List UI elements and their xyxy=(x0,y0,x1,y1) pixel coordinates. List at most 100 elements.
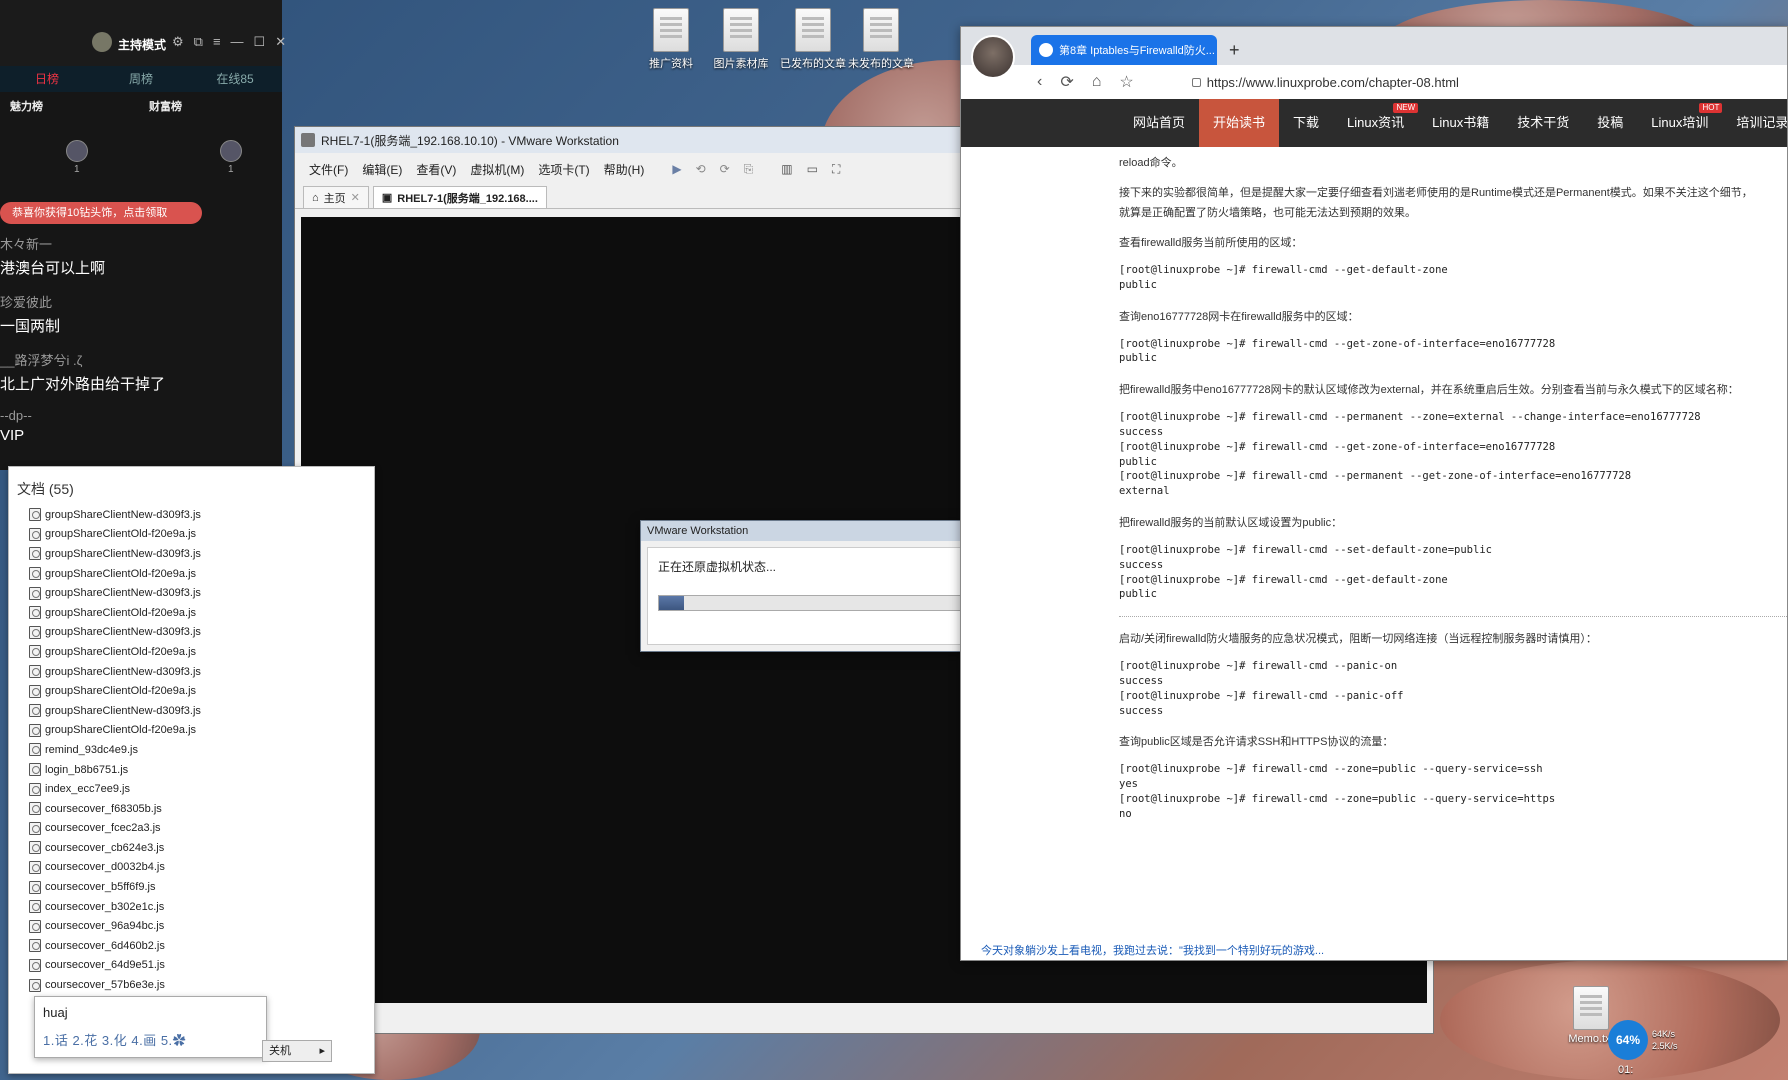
desktop-icon-label: 未发布的文章 xyxy=(848,58,914,70)
chat-user[interactable]: __路浮梦兮i .ζ xyxy=(0,350,165,369)
maximize-icon[interactable]: ☐ xyxy=(254,34,266,50)
menu-view[interactable]: 查看(V) xyxy=(416,161,456,178)
browser-tab[interactable]: 第8章 Iptables与Firewalld防火... ✕ xyxy=(1031,35,1217,65)
list-item[interactable]: groupShareClientNew-d309f3.js xyxy=(9,662,374,682)
revert-icon[interactable]: ⟳ xyxy=(720,162,730,176)
list-item[interactable]: groupShareClientOld-f20e9a.js xyxy=(9,564,374,584)
power-on-icon[interactable]: ▶ xyxy=(672,162,681,176)
list-item[interactable]: coursecover_f68305b.js xyxy=(9,799,374,819)
list-item[interactable]: groupShareClientNew-d309f3.js xyxy=(9,583,374,603)
divider xyxy=(1119,616,1787,618)
footer-link[interactable]: 今天对象躺沙发上看电视，我跑过去说："我找到一个特别好玩的游戏... xyxy=(981,942,1324,958)
list-item[interactable]: coursecover_64d9e51.js xyxy=(9,956,374,976)
fullscreen-icon[interactable]: ⛶ xyxy=(832,162,840,177)
list-item[interactable]: coursecover_6d460b2.js xyxy=(9,936,374,956)
thumbnail-icon[interactable]: ▭ xyxy=(807,162,818,176)
site-nav-item[interactable]: Linux资讯 NEW xyxy=(1333,99,1419,147)
tab-weekly[interactable]: 周榜 xyxy=(94,66,188,92)
list-item[interactable]: coursecover_d0032b4.js xyxy=(9,858,374,878)
close-icon[interactable]: ✕ xyxy=(351,191,360,204)
list-item[interactable]: coursecover_b5ff6f9.js xyxy=(9,877,374,897)
snapshot-manager-icon[interactable]: ⎘ xyxy=(744,162,754,177)
file-name: groupShareClientNew-d309f3.js xyxy=(45,508,201,521)
list-item[interactable]: index_ecc7ee9.js xyxy=(9,779,374,799)
wealth-rank-label[interactable]: 财富榜 xyxy=(149,98,182,114)
popout-icon[interactable]: ⧉ xyxy=(194,34,203,50)
profile-avatar[interactable] xyxy=(971,35,1015,79)
host-mode-title: 主持模式 xyxy=(118,38,167,52)
site-nav: 网站首页 开始读书 下载 Linux资讯 NEW Linux书籍 技术干货 投稿 Linux培训… xyxy=(961,99,1787,147)
list-item[interactable]: groupShareClientNew-d309f3.js xyxy=(9,544,374,564)
dialog-title[interactable]: VMware Workstation xyxy=(641,521,999,541)
tab-online[interactable]: 在线85 xyxy=(188,66,282,92)
list-item[interactable]: coursecover_cb624e3.js xyxy=(9,838,374,858)
menu-vm[interactable]: 虚拟机(M) xyxy=(470,161,524,178)
chat-user[interactable]: --dp-- xyxy=(0,408,32,423)
site-nav-item[interactable]: 网站首页 xyxy=(1119,99,1199,147)
clock[interactable]: 01: xyxy=(1618,1064,1633,1076)
section-text: 查看firewalld服务当前所使用的区域： xyxy=(1119,237,1303,249)
site-nav-item[interactable]: Linux书籍 xyxy=(1418,99,1503,147)
tab-daily[interactable]: 日榜 xyxy=(0,66,94,92)
chat-user[interactable]: 木々新一 xyxy=(0,234,105,253)
site-nav-item[interactable]: 开始读书 xyxy=(1199,99,1280,147)
list-item[interactable]: groupShareClientNew-d309f3.js xyxy=(9,505,374,525)
site-nav-label: 投稿 xyxy=(1597,115,1624,130)
gift-banner[interactable]: 恭喜你获得10钻头饰，点击领取 xyxy=(0,202,202,224)
js-file-icon xyxy=(29,625,41,639)
list-item[interactable]: groupShareClientOld-f20e9a.js xyxy=(9,525,374,545)
avatar[interactable] xyxy=(220,140,242,162)
avatar[interactable] xyxy=(66,140,88,162)
list-item[interactable]: login_b8b6751.js xyxy=(9,760,374,780)
list-item[interactable]: coursecover_96a94bc.js xyxy=(9,916,374,936)
tab-vm[interactable]: ▣ RHEL7-1(服务端_192.168.... xyxy=(372,186,547,208)
tab-home[interactable]: ⌂ 主页 ✕ xyxy=(303,186,369,208)
list-item[interactable]: groupShareClientOld-f20e9a.js xyxy=(9,681,374,701)
site-nav-item[interactable]: 下载 xyxy=(1279,99,1333,147)
menu-edit[interactable]: 编辑(E) xyxy=(362,161,402,178)
desktop-icon-promo[interactable]: 推广资料 xyxy=(636,8,706,71)
progress-fill xyxy=(659,596,685,610)
minimize-icon[interactable]: — xyxy=(231,34,244,50)
desktop-icon-images[interactable]: 图片素材库 xyxy=(706,8,776,71)
list-item[interactable]: groupShareClientNew-d309f3.js xyxy=(9,701,374,721)
library-icon[interactable]: ▥ xyxy=(781,162,792,176)
snapshot-icon[interactable]: ⟲ xyxy=(696,162,706,176)
address-bar[interactable]: https://www.linuxprobe.com/chapter-08.ht… xyxy=(1191,75,1459,90)
reload-icon[interactable]: ⟳ xyxy=(1060,72,1073,92)
site-nav-item[interactable]: 投稿 xyxy=(1583,99,1637,147)
list-item[interactable]: coursecover_b302e1c.js xyxy=(9,897,374,917)
bookmark-star-icon[interactable]: ☆ xyxy=(1119,72,1133,92)
shutdown-button[interactable]: 关机 ▸ xyxy=(262,1040,332,1062)
list-item[interactable]: coursecover_57b6e3e.js xyxy=(9,975,374,995)
close-icon[interactable]: ✕ xyxy=(275,34,286,50)
list-item[interactable]: groupShareClientOld-f20e9a.js xyxy=(9,642,374,662)
site-nav-item[interactable]: Linux培训 HOT xyxy=(1637,99,1723,147)
list-item[interactable]: groupShareClientNew-d309f3.js xyxy=(9,623,374,643)
menu-help[interactable]: 帮助(H) xyxy=(604,161,645,178)
menu-file[interactable]: 文件(F) xyxy=(309,161,348,178)
list-item[interactable]: groupShareClientOld-f20e9a.js xyxy=(9,603,374,623)
desktop-icon-unpublished[interactable]: 未发布的文章 xyxy=(846,8,916,71)
new-tab-button[interactable]: + xyxy=(1225,35,1244,65)
menu-icon[interactable]: ≡ xyxy=(213,34,221,50)
list-item[interactable]: coursecover_fcec2a3.js xyxy=(9,819,374,839)
desktop-icon-label: 已发布的文章 xyxy=(780,58,846,70)
charm-rank-label[interactable]: 魅力榜 xyxy=(10,98,43,114)
settings-icon[interactable]: ⚙ xyxy=(172,34,184,50)
desktop-icon-published[interactable]: 已发布的文章 xyxy=(778,8,848,71)
site-nav-item[interactable]: 技术干货 xyxy=(1503,99,1583,147)
site-nav-item[interactable]: 培训记录 xyxy=(1722,99,1787,147)
chat-user[interactable]: 珍爱彼此 xyxy=(0,292,60,311)
home-icon: ⌂ xyxy=(312,191,319,204)
ime-candidates[interactable]: 1.话 2.花 3.化 4.画 5.✿ xyxy=(35,1020,266,1049)
lock-icon xyxy=(1191,77,1201,87)
js-file-icon xyxy=(29,860,41,874)
cpu-badge[interactable]: 64% xyxy=(1608,1020,1648,1060)
menu-tabs[interactable]: 选项卡(T) xyxy=(538,161,589,178)
list-item[interactable]: groupShareClientOld-f20e9a.js xyxy=(9,721,374,741)
home-icon[interactable]: ⌂ xyxy=(1092,73,1102,91)
chevron-right-icon: ▸ xyxy=(319,1045,325,1057)
list-item[interactable]: remind_93dc4e9.js xyxy=(9,740,374,760)
back-icon[interactable]: ‹ xyxy=(1037,73,1042,91)
